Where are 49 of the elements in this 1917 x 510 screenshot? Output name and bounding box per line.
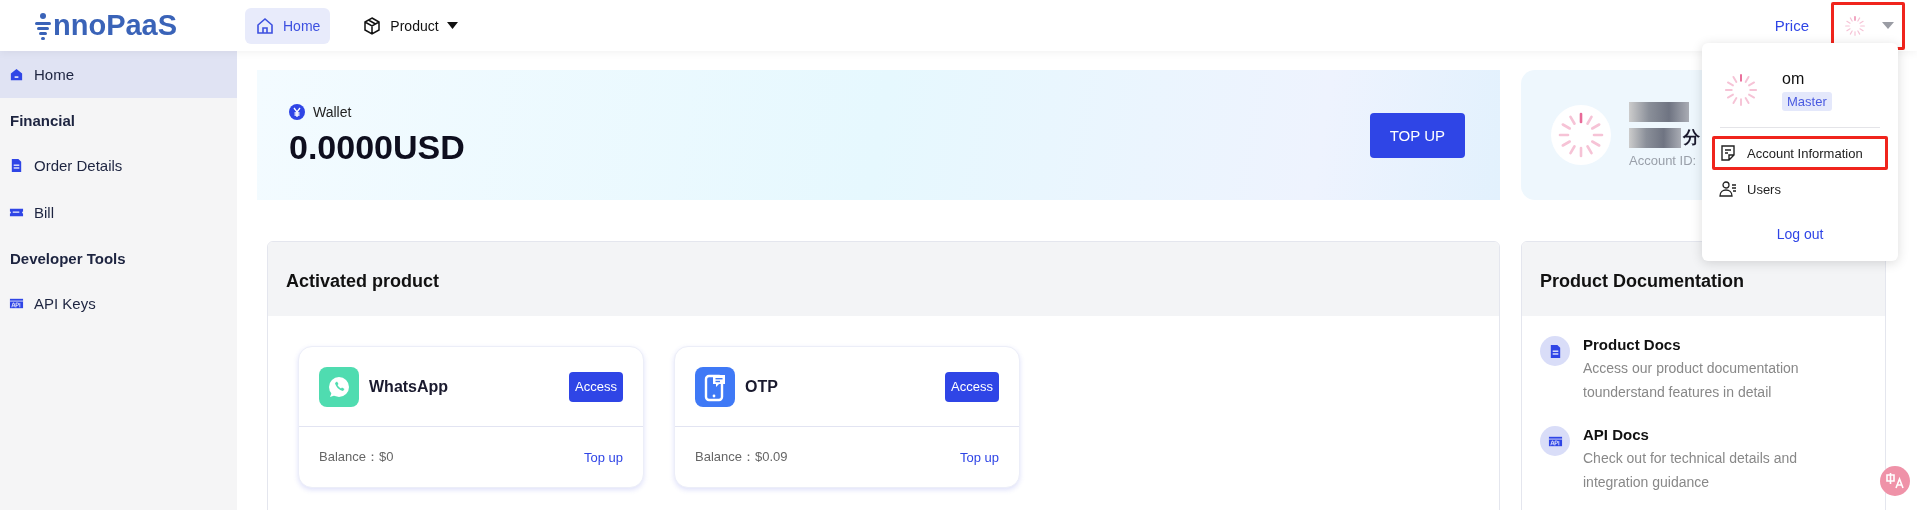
sidebar-heading: Developer Tools <box>9 248 127 269</box>
redacted-text <box>1629 127 1681 148</box>
account-id-label: Account ID: <box>1629 153 1698 168</box>
wallet-amount: 0.0000USD <box>289 127 465 167</box>
caret-icon <box>1882 22 1894 29</box>
nav-tab[interactable]: Product <box>352 7 468 44</box>
logo-text: nnoPaaS <box>53 9 178 42</box>
doc-title[interactable]: API Docs <box>1583 426 1833 443</box>
sidebar-item[interactable]: Home <box>0 51 237 98</box>
balance-text: Balance：$0.09 <box>695 448 788 466</box>
api-icon <box>9 296 24 311</box>
panel-title: Activated product <box>268 242 1499 316</box>
user-name: om <box>1782 69 1806 88</box>
phone-message-icon <box>695 366 735 407</box>
sidebar-heading: Financial <box>9 110 77 131</box>
chat-phone-icon <box>319 366 359 407</box>
home-icon <box>255 15 275 36</box>
translate-icon[interactable] <box>1880 466 1910 496</box>
redacted-text <box>1629 102 1689 122</box>
yen-icon <box>289 103 305 120</box>
role-badge: Master <box>1782 91 1832 111</box>
wallet-label: Wallet <box>313 103 352 120</box>
avatar-icon <box>1551 105 1611 165</box>
menu-item[interactable]: Users <box>1712 172 1888 206</box>
balance-text: Balance：$0 <box>319 448 394 466</box>
top-up-link[interactable]: Top up <box>959 449 999 465</box>
note-icon <box>1719 144 1737 162</box>
account-name: 分 <box>1683 127 1700 149</box>
home-icon <box>9 67 24 82</box>
top-up-button[interactable]: TOP UP <box>1369 112 1465 158</box>
user-list-icon <box>1719 180 1737 198</box>
cube-icon <box>362 15 383 36</box>
sidebar-item[interactable]: API Keys <box>0 280 237 327</box>
doc-description: Check out for technical details and integration guidance <box>1583 449 1798 492</box>
price-link[interactable]: Price <box>1774 17 1809 34</box>
nav-tab[interactable]: Home <box>245 7 331 44</box>
product-name: WhatsApp <box>369 377 449 396</box>
access-button[interactable]: Access <box>569 371 623 402</box>
doc-title[interactable]: Product Docs <box>1583 336 1833 353</box>
document-icon <box>9 158 24 173</box>
access-button[interactable]: Access <box>945 371 999 402</box>
log-out-link[interactable]: Log out <box>1712 226 1888 242</box>
caret-icon <box>446 22 458 29</box>
sidebar-item[interactable]: Order Details <box>0 142 237 189</box>
sidebar-item[interactable]: Bill <box>0 189 237 236</box>
product-name: OTP <box>745 377 778 396</box>
top-up-link[interactable]: Top up <box>583 449 623 465</box>
menu-item[interactable]: Account Information <box>1712 136 1888 170</box>
doc-description: Access our product documentation tounderstand features in detail <box>1583 359 1800 402</box>
